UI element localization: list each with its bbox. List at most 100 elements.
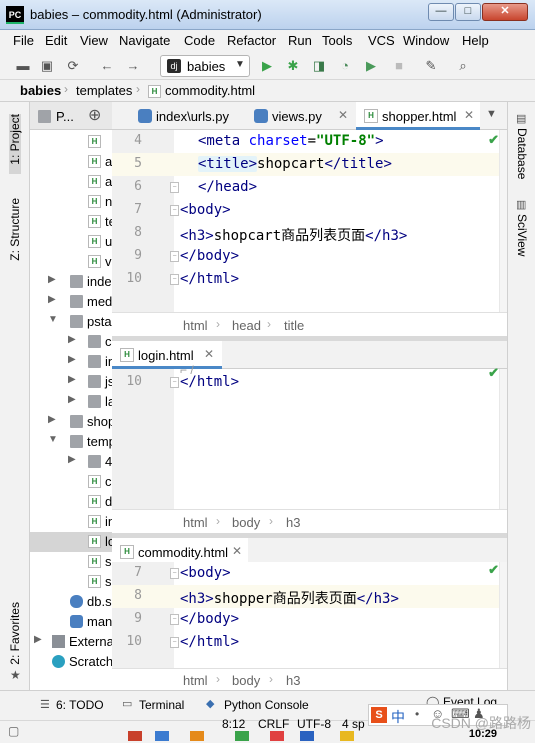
menu-edit[interactable]: Edit xyxy=(45,33,67,48)
tree-item[interactable]: Hn xyxy=(30,192,112,212)
tree-item[interactable]: Ha xyxy=(30,172,112,192)
back-arrow-icon[interactable]: ← xyxy=(98,57,116,75)
taskbar-app-icon[interactable] xyxy=(190,731,204,741)
menu-tools[interactable]: Tools xyxy=(322,33,352,48)
tree-item[interactable]: ▶ js xyxy=(30,372,112,392)
code-area[interactable]: 7− <body> 8 <h3>shopper商品列表页面</h3> 9− </body>… xyxy=(112,562,507,668)
crumb-title[interactable]: title xyxy=(284,318,304,333)
code-line[interactable]: 10 − </html> xyxy=(112,371,507,394)
favorites-tool-button[interactable]: 2: Favorites xyxy=(8,602,22,665)
code-text[interactable]: <body> xyxy=(180,202,231,218)
tree-item[interactable]: H xyxy=(30,132,112,152)
file-encoding[interactable]: UTF-8 xyxy=(297,717,331,731)
crosshair-icon[interactable]: ⊕ xyxy=(88,105,101,125)
tab-index-urls[interactable]: index\urls.py xyxy=(130,102,246,130)
code-line[interactable]: 4 <meta charset="UTF-8"> xyxy=(112,130,507,153)
stop-icon[interactable]: ■ xyxy=(390,57,408,75)
fold-marker-icon[interactable]: − xyxy=(170,274,179,285)
code-line[interactable]: 9 − </body> xyxy=(112,245,507,268)
tool-windows-toggle-icon[interactable]: ▢ xyxy=(8,724,19,738)
tree-item[interactable]: ▶ in xyxy=(30,352,112,372)
tab-shopper[interactable]: H shopper.html ✕ xyxy=(356,102,480,130)
code-area[interactable]: 4 <meta charset="UTF-8"> 5 <title>shopcart<… xyxy=(112,130,507,312)
code-text[interactable]: <h3>shopcart商品列表页面</h3> xyxy=(180,225,407,245)
fold-marker-icon[interactable]: − xyxy=(170,637,179,648)
tree-item[interactable]: ▶ inde xyxy=(30,272,112,292)
debug-bug-icon[interactable]: ✱ xyxy=(284,57,302,75)
code-text[interactable]: </head> xyxy=(198,179,257,195)
tree-item[interactable]: Hs xyxy=(30,572,112,592)
taskbar-app-icon[interactable] xyxy=(155,731,169,741)
tree-item[interactable]: ▶ shop xyxy=(30,412,112,432)
code-text[interactable]: </html> xyxy=(180,374,239,390)
open-folder-icon[interactable]: ▬ xyxy=(14,57,32,75)
python-console-tool-button[interactable]: Python Console xyxy=(224,698,309,712)
fold-marker-icon[interactable]: − xyxy=(170,377,179,388)
settings-wrench-icon[interactable]: ✎ xyxy=(422,57,440,75)
expand-right-icon[interactable]: ▶ xyxy=(68,394,76,405)
close-tab-icon[interactable]: ✕ xyxy=(232,544,242,558)
code-text[interactable]: <h3>shopper商品列表页面</h3> xyxy=(180,588,399,608)
crumb-body[interactable]: body xyxy=(232,515,260,530)
tree-item[interactable]: Hs xyxy=(30,552,112,572)
caret-position[interactable]: 8:12 xyxy=(222,717,245,731)
project-view-select[interactable]: P... xyxy=(56,109,74,124)
tree-item[interactable]: db.s xyxy=(30,592,112,612)
profile-icon[interactable]: ◔ xyxy=(336,57,354,75)
menu-view[interactable]: View xyxy=(80,33,108,48)
tree-item[interactable]: ▼ psta xyxy=(30,312,112,332)
expand-right-icon[interactable]: ▶ xyxy=(48,414,56,425)
tab-views[interactable]: views.py ✕ xyxy=(246,102,356,130)
database-tool-button[interactable]: Database xyxy=(515,128,529,179)
todo-tool-button[interactable]: 6: TODO xyxy=(56,698,104,712)
project-tool-button[interactable]: 1: Project xyxy=(8,114,22,165)
editor-pane-login[interactable]: ⌐ / 10− </html> ✔ html › body › h3 xyxy=(112,363,507,533)
close-tab-icon[interactable]: ✕ xyxy=(338,108,348,122)
fold-marker-icon[interactable]: − xyxy=(170,182,179,193)
tab-login[interactable]: H login.html ✕ xyxy=(112,341,222,369)
concurrency-diagram-icon[interactable]: ▶ xyxy=(362,57,380,75)
tree-item[interactable]: Hd xyxy=(30,492,112,512)
crumb-html[interactable]: html xyxy=(183,318,208,333)
tree-item[interactable]: ▶ 4 xyxy=(30,452,112,472)
forward-arrow-icon[interactable]: → xyxy=(124,57,142,75)
crumb-html[interactable]: html xyxy=(183,515,208,530)
save-all-icon[interactable]: ▣ xyxy=(38,57,56,75)
expand-right-icon[interactable]: ▶ xyxy=(68,454,76,465)
taskbar-app-icon[interactable] xyxy=(235,731,249,741)
minimize-button[interactable]: — xyxy=(428,3,454,21)
taskbar-app-icon[interactable] xyxy=(128,731,142,741)
code-line[interactable]: 7 − <body> xyxy=(112,562,507,585)
code-line[interactable]: 8 <h3>shopper商品列表页面</h3> xyxy=(112,585,507,608)
tree-item[interactable]: Hu xyxy=(30,232,112,252)
code-line[interactable]: 10 − </html> xyxy=(112,268,507,291)
tree-item[interactable]: ▶ med xyxy=(30,292,112,312)
crumb-html[interactable]: html xyxy=(183,673,208,688)
line-separator[interactable]: CRLF xyxy=(258,717,289,731)
tree-item[interactable]: Hin xyxy=(30,512,112,532)
crumb-h3[interactable]: h3 xyxy=(286,673,300,688)
code-line[interactable]: 7 − <body> xyxy=(112,199,507,222)
menu-refactor[interactable]: Refactor xyxy=(227,33,276,48)
taskbar-app-icon[interactable] xyxy=(300,731,314,741)
expand-down-icon[interactable]: ▼ xyxy=(48,434,58,445)
code-text[interactable]: </body> xyxy=(180,248,239,264)
code-text[interactable]: <body> xyxy=(180,565,231,581)
menu-vcs[interactable]: VCS xyxy=(368,33,395,48)
vertical-scrollbar[interactable] xyxy=(499,562,507,668)
code-line[interactable]: 9 − </body> xyxy=(112,608,507,631)
run-configuration-select[interactable]: dj babies ▼ xyxy=(160,55,250,77)
menu-window[interactable]: Window xyxy=(403,33,449,48)
menu-help[interactable]: Help xyxy=(462,33,489,48)
chevron-down-icon[interactable]: ▼ xyxy=(486,108,497,120)
tree-item[interactable]: ▶ la xyxy=(30,392,112,412)
search-icon[interactable]: ⌕ xyxy=(454,57,472,75)
breadcrumb-file[interactable]: commodity.html xyxy=(165,83,255,98)
code-line[interactable]: 5 <title>shopcart</title> xyxy=(112,153,507,176)
tree-item[interactable]: Hc xyxy=(30,472,112,492)
run-with-coverage-icon[interactable]: ◨ xyxy=(310,57,328,75)
taskbar-app-icon[interactable] xyxy=(270,731,284,741)
expand-right-icon[interactable]: ▶ xyxy=(48,274,56,285)
tree-item[interactable]: man xyxy=(30,612,112,632)
fold-marker-icon[interactable]: − xyxy=(170,251,179,262)
